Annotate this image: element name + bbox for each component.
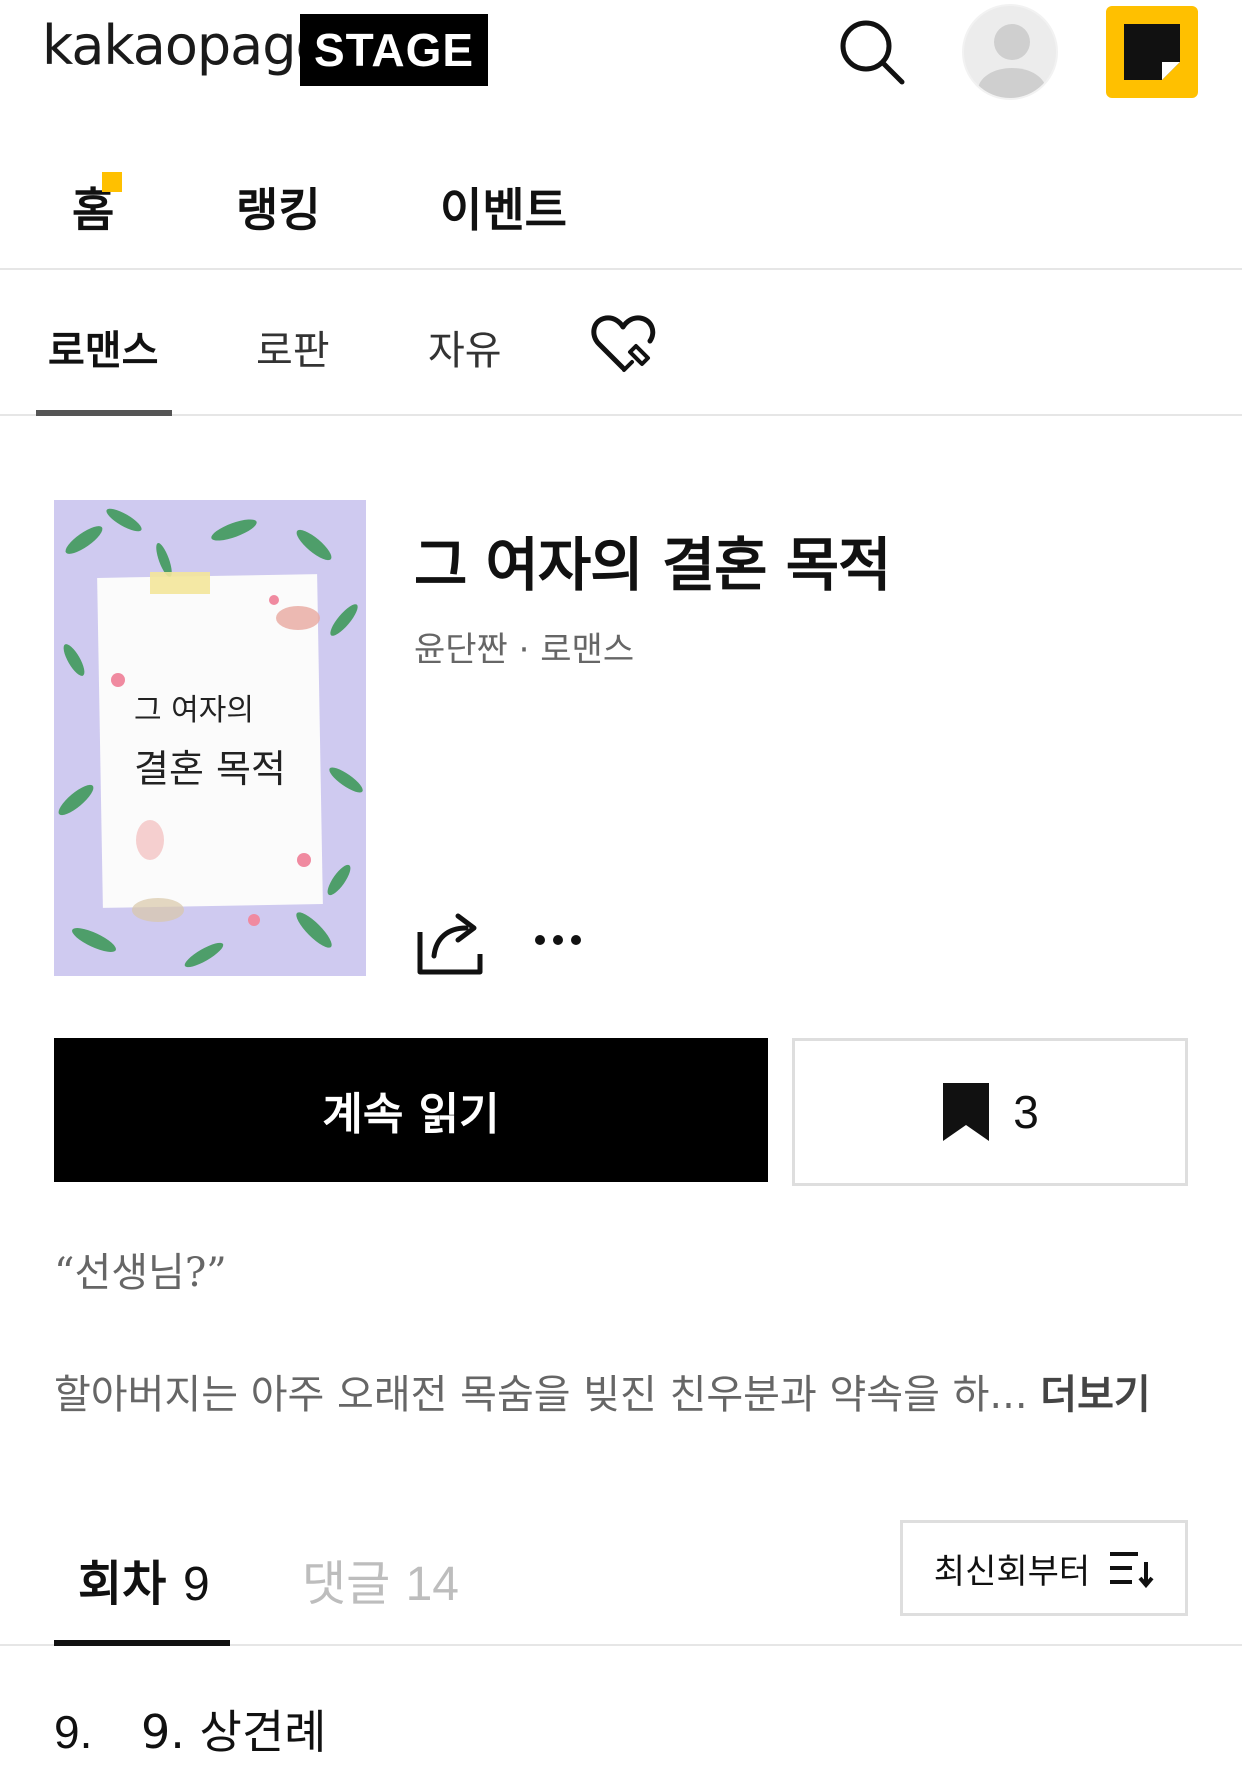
sort-icon [1110,1552,1154,1588]
search-button[interactable] [836,16,908,88]
work-meta[interactable]: 윤단짠 · 로맨스 [414,622,634,671]
synopsis-text-container: 할아버지는 아주 오래전 목숨을 빚진 친우분과 약속을 하... 더보기 [54,1362,1188,1420]
tab-episodes-label: 회차 [78,1556,167,1612]
episode-number: 9. [54,1706,93,1758]
tab-comments-count: 14 [405,1558,459,1611]
tab-comments[interactable]: 댓글 14 [302,1544,459,1614]
genre-nav: 로맨스 로판 자유 [0,272,1242,416]
episode-title: 9. 상견례 [141,1705,327,1759]
cover-title-line1: 그 여자의 [134,693,254,728]
synopsis-quote: “선생님?” [54,1250,227,1296]
more-button[interactable] [530,920,590,960]
bookmark-icon [943,1083,990,1141]
tab-romance-fantasy[interactable]: 로판 [256,318,330,376]
synopsis-text: 할아버지는 아주 오래전 목숨을 빚진 친우분과 약속을 하... [54,1372,1028,1418]
episode-tab-underline [54,1640,230,1646]
logo-stage-badge[interactable]: STAGE [300,14,489,86]
avatar[interactable] [962,4,1058,100]
tab-episodes-count: 9 [183,1558,210,1611]
sort-label: 최신회부터 [933,1551,1091,1592]
sort-button[interactable]: 최신회부터 [900,1520,1188,1616]
nav-item-ranking[interactable]: 랭킹 [236,174,321,240]
logo-kakaopage[interactable]: kakaopage [42,14,329,77]
share-icon [417,913,483,975]
user-avatar-icon [978,24,1046,98]
cover-image[interactable]: 그 여자의 결혼 목적 [54,500,366,976]
tab-free[interactable]: 자유 [428,318,502,376]
favorites-button[interactable] [590,312,660,376]
search-icon [840,20,905,85]
genre-tab-underline [36,410,172,416]
cover-illustration: 그 여자의 결혼 목적 [54,500,366,976]
share-button[interactable] [414,906,486,976]
app-header: kakaopage STAGE [0,0,1242,110]
episode-tabs: 회차 9 댓글 14 최신회부터 [0,1520,1242,1646]
episode-row[interactable]: 9. 9. 상견례 [54,1696,326,1762]
nav-item-event[interactable]: 이벤트 [440,174,567,240]
heart-pin-icon [591,315,656,372]
cover-title-line2: 결혼 목적 [134,747,286,791]
bookmark-button[interactable]: 3 [792,1038,1188,1186]
tab-romance[interactable]: 로맨스 [48,318,158,376]
synopsis-more-link[interactable]: 더보기 [1040,1372,1150,1418]
more-icon [535,935,581,945]
continue-reading-button[interactable]: 계속 읽기 [54,1038,768,1182]
kakaopage-app-icon [1124,24,1180,80]
main-nav: 홈 랭킹 이벤트 [0,160,1242,270]
new-dot-badge [102,172,122,192]
bookmark-count: 3 [1013,1086,1039,1138]
work-title: 그 여자의 결혼 목적 [414,531,891,599]
tab-comments-label: 댓글 [302,1556,391,1612]
tab-episodes[interactable]: 회차 9 [78,1544,210,1614]
kakaopage-app-button[interactable] [1106,6,1198,98]
